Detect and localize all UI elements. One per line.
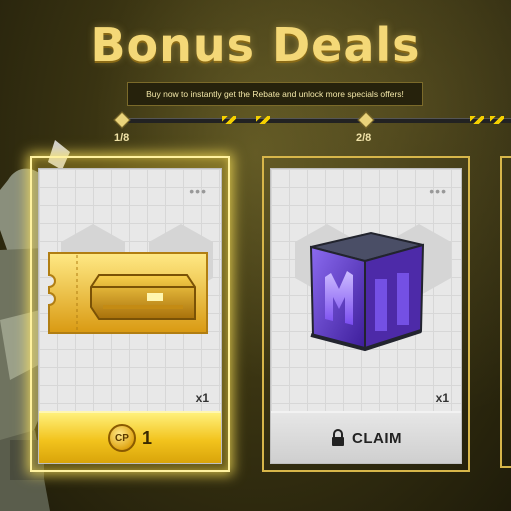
cp-coin-icon: CP — [107, 424, 136, 452]
card-body: ••• x1 CLAIM — [270, 168, 462, 464]
item-quantity: x1 — [195, 391, 209, 405]
buy-button[interactable]: CP 1 — [39, 411, 221, 463]
chevron-stripes — [490, 116, 504, 124]
card-body: ••• x1 CP 1 — [38, 168, 222, 464]
chevron-stripes — [222, 116, 236, 124]
claim-button[interactable]: CLAIM — [271, 411, 461, 463]
price-value: 1 — [141, 427, 152, 448]
purple-crate-icon — [309, 231, 425, 352]
subtitle-banner: Buy now to instantly get the Rebate and … — [127, 82, 423, 106]
more-options-icon[interactable]: ••• — [429, 183, 447, 199]
subtitle-text: Buy now to instantly get the Rebate and … — [146, 89, 404, 99]
more-options-icon[interactable]: ••• — [189, 183, 207, 199]
step-label-2: 2/8 — [356, 132, 372, 144]
claim-label: CLAIM — [352, 429, 402, 447]
golden-crate-ticket-icon — [48, 252, 208, 334]
deal-card-1[interactable]: ••• x1 CP 1 — [30, 156, 230, 472]
chevron-stripes — [256, 116, 270, 124]
step-label-1: 1/8 — [114, 132, 130, 144]
deal-card-3-partial[interactable] — [500, 156, 511, 468]
deal-card-2[interactable]: ••• x1 CLAIM — [262, 156, 470, 472]
lock-icon — [332, 429, 344, 446]
chevron-stripes — [470, 116, 484, 124]
item-quantity: x1 — [435, 391, 449, 405]
progress-track — [120, 118, 511, 123]
page-title: Bonus Deals — [90, 18, 421, 72]
